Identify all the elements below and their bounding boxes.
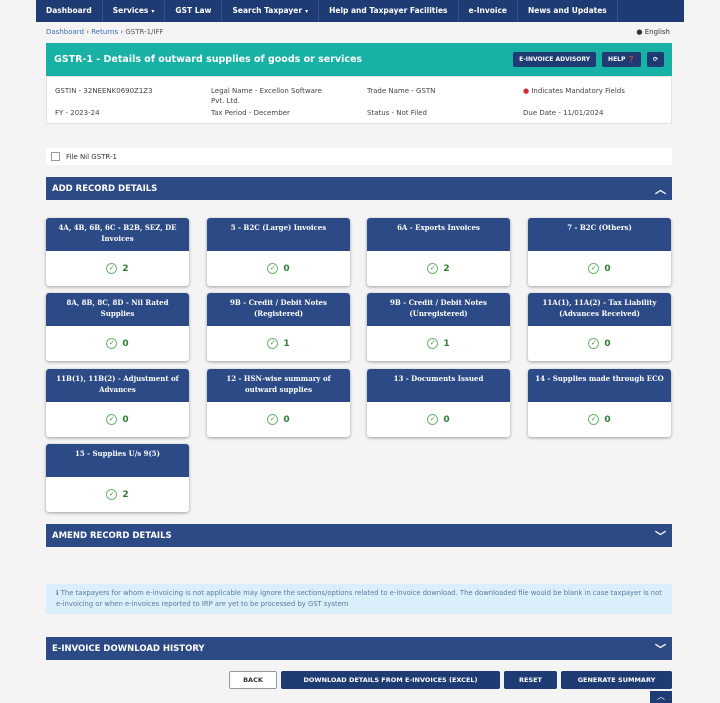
caret-down-icon: ▾ [151, 8, 155, 15]
due-date: Due Date - 11/01/2024 [523, 109, 604, 117]
tile-cdn-registered[interactable]: 9B - Credit / Debit Notes (Registered) ✓… [207, 293, 350, 361]
tile-count: 1 [443, 338, 450, 349]
chevron-up-icon: ︿ [657, 692, 665, 701]
tile-nil-rated[interactable]: 8A, 8B, 8C, 8D - Nil Rated Supplies ✓ 0 [46, 293, 189, 361]
nav-einvoice[interactable]: e-Invoice [459, 0, 518, 22]
download-einvoices-button[interactable]: DOWNLOAD DETAILS FROM E-INVOICES (EXCEL) [281, 671, 500, 689]
scroll-to-top-button[interactable]: ︿ [650, 691, 672, 703]
file-nil-label: File Nil GSTR-1 [66, 152, 117, 161]
check-circle-icon: ✓ [267, 414, 279, 425]
nav-news-updates[interactable]: News and Updates [518, 0, 618, 22]
language-selector[interactable]: ● English [636, 28, 670, 36]
check-circle-icon: ✓ [427, 263, 439, 274]
globe-icon: ● [636, 28, 645, 36]
tile-count: 0 [604, 414, 611, 425]
check-circle-icon: ✓ [588, 414, 600, 425]
tile-documents-issued[interactable]: 13 - Documents Issued ✓ 0 [367, 369, 510, 437]
top-navigation: Dashboard Services ▾ GST Law Search Taxpa… [36, 0, 684, 22]
check-circle-icon: ✓ [106, 263, 118, 274]
financial-year: FY - 2023-24 [55, 109, 100, 117]
tile-count: 0 [283, 263, 290, 274]
nav-help-facilities[interactable]: Help and Taxpayer Facilities [319, 0, 459, 22]
help-icon: ❓ [627, 56, 635, 63]
check-circle-icon: ✓ [588, 338, 600, 349]
page-header: GSTR-1 - Details of outward supplies of … [46, 43, 672, 76]
check-circle-icon: ✓ [106, 414, 118, 425]
check-circle-icon: ✓ [106, 489, 118, 500]
tile-b2c-others[interactable]: 7 - B2C (Others) ✓ 0 [528, 218, 671, 286]
info-icon: ℹ [56, 589, 59, 597]
check-circle-icon: ✓ [267, 338, 279, 349]
file-nil-row: File Nil GSTR-1 [46, 148, 672, 165]
nav-services[interactable]: Services ▾ [103, 0, 166, 22]
tile-count: 0 [283, 414, 290, 425]
nav-dashboard[interactable]: Dashboard [36, 0, 103, 22]
tile-count: 1 [283, 338, 290, 349]
amend-record-details-bar[interactable]: AMEND RECORD DETAILS ﹀ [46, 524, 672, 547]
tile-count: 0 [443, 414, 450, 425]
tile-b2c-large[interactable]: 5 - B2C (Large) Invoices ✓ 0 [207, 218, 350, 286]
required-dot-icon: ● [523, 87, 530, 95]
chevron-down-icon: ﹀ [655, 642, 666, 656]
tile-exports[interactable]: 6A - Exports Invoices ✓ 2 [367, 218, 510, 286]
mandatory-note: ● Indicates Mandatory Fields [523, 87, 625, 95]
check-circle-icon: ✓ [427, 414, 439, 425]
tile-count: 0 [604, 263, 611, 274]
legal-name: Legal Name - Excellon Software Pvt. Ltd. [211, 87, 322, 105]
breadcrumb-dashboard[interactable]: Dashboard [46, 28, 84, 36]
back-button[interactable]: BACK [229, 671, 277, 689]
tile-tax-liability[interactable]: 11A(1), 11A(2) - Tax Liability (Advances… [528, 293, 671, 361]
tax-period: Tax Period - December [211, 109, 290, 117]
reset-button[interactable]: RESET [504, 671, 557, 689]
breadcrumb-current: GSTR-1/IFF [125, 28, 164, 36]
breadcrumb-returns[interactable]: Returns [91, 28, 118, 36]
einvoice-notice: ℹ The taxpayers for whom e-invoicing is … [46, 584, 672, 614]
file-nil-checkbox[interactable] [51, 152, 60, 161]
nav-gst-law[interactable]: GST Law [165, 0, 223, 22]
trade-name: Trade Name - GSTN [367, 87, 436, 95]
chevron-up-icon: ︿ [655, 182, 666, 196]
return-info-panel: GSTIN - 32NEENK0690Z1Z3 Legal Name - Exc… [46, 76, 672, 124]
tile-supplies-9-5[interactable]: 15 - Supplies U/s 9(5) ✓ 2 [46, 444, 189, 512]
nav-search-taxpayer[interactable]: Search Taxpayer ▾ [222, 0, 320, 22]
einvoice-download-history-bar[interactable]: E-INVOICE DOWNLOAD HISTORY ﹀ [46, 637, 672, 660]
filing-status: Status - Not Filed [367, 109, 427, 117]
generate-summary-button[interactable]: GENERATE SUMMARY [561, 671, 672, 689]
einvoice-advisory-button[interactable]: E-INVOICE ADVISORY [513, 52, 597, 67]
tile-adjustment-advances[interactable]: 11B(1), 11B(2) - Adjustment of Advances … [46, 369, 189, 437]
tile-count: 0 [604, 338, 611, 349]
help-button[interactable]: HELP ❓ [602, 52, 641, 67]
tile-b2b-invoices[interactable]: 4A, 4B, 6B, 6C - B2B, SEZ, DE Invoices ✓… [46, 218, 189, 286]
tile-cdn-unregistered[interactable]: 9B - Credit / Debit Notes (Unregistered)… [367, 293, 510, 361]
tile-count: 0 [122, 414, 129, 425]
tile-count: 2 [122, 489, 129, 500]
breadcrumb: Dashboard › Returns › GSTR-1/IFF [46, 28, 164, 36]
chevron-down-icon: ﹀ [655, 529, 666, 543]
check-circle-icon: ✓ [106, 338, 118, 349]
gstin: GSTIN - 32NEENK0690Z1Z3 [55, 87, 153, 95]
check-circle-icon: ✓ [267, 263, 279, 274]
tile-hsn-summary[interactable]: 12 - HSN-wise summary of outward supplie… [207, 369, 350, 437]
page-title: GSTR-1 - Details of outward supplies of … [54, 54, 363, 65]
check-circle-icon: ✓ [588, 263, 600, 274]
tile-count: 2 [122, 263, 129, 274]
check-circle-icon: ✓ [427, 338, 439, 349]
caret-down-icon: ▾ [305, 8, 309, 15]
tile-eco-supplies[interactable]: 14 - Supplies made through ECO ✓ 0 [528, 369, 671, 437]
add-record-details-bar[interactable]: ADD RECORD DETAILS ︿ [46, 177, 672, 200]
refresh-icon: ⟳ [652, 56, 658, 63]
tile-count: 2 [443, 263, 450, 274]
refresh-button[interactable]: ⟳ [646, 52, 664, 67]
tile-count: 0 [122, 338, 129, 349]
